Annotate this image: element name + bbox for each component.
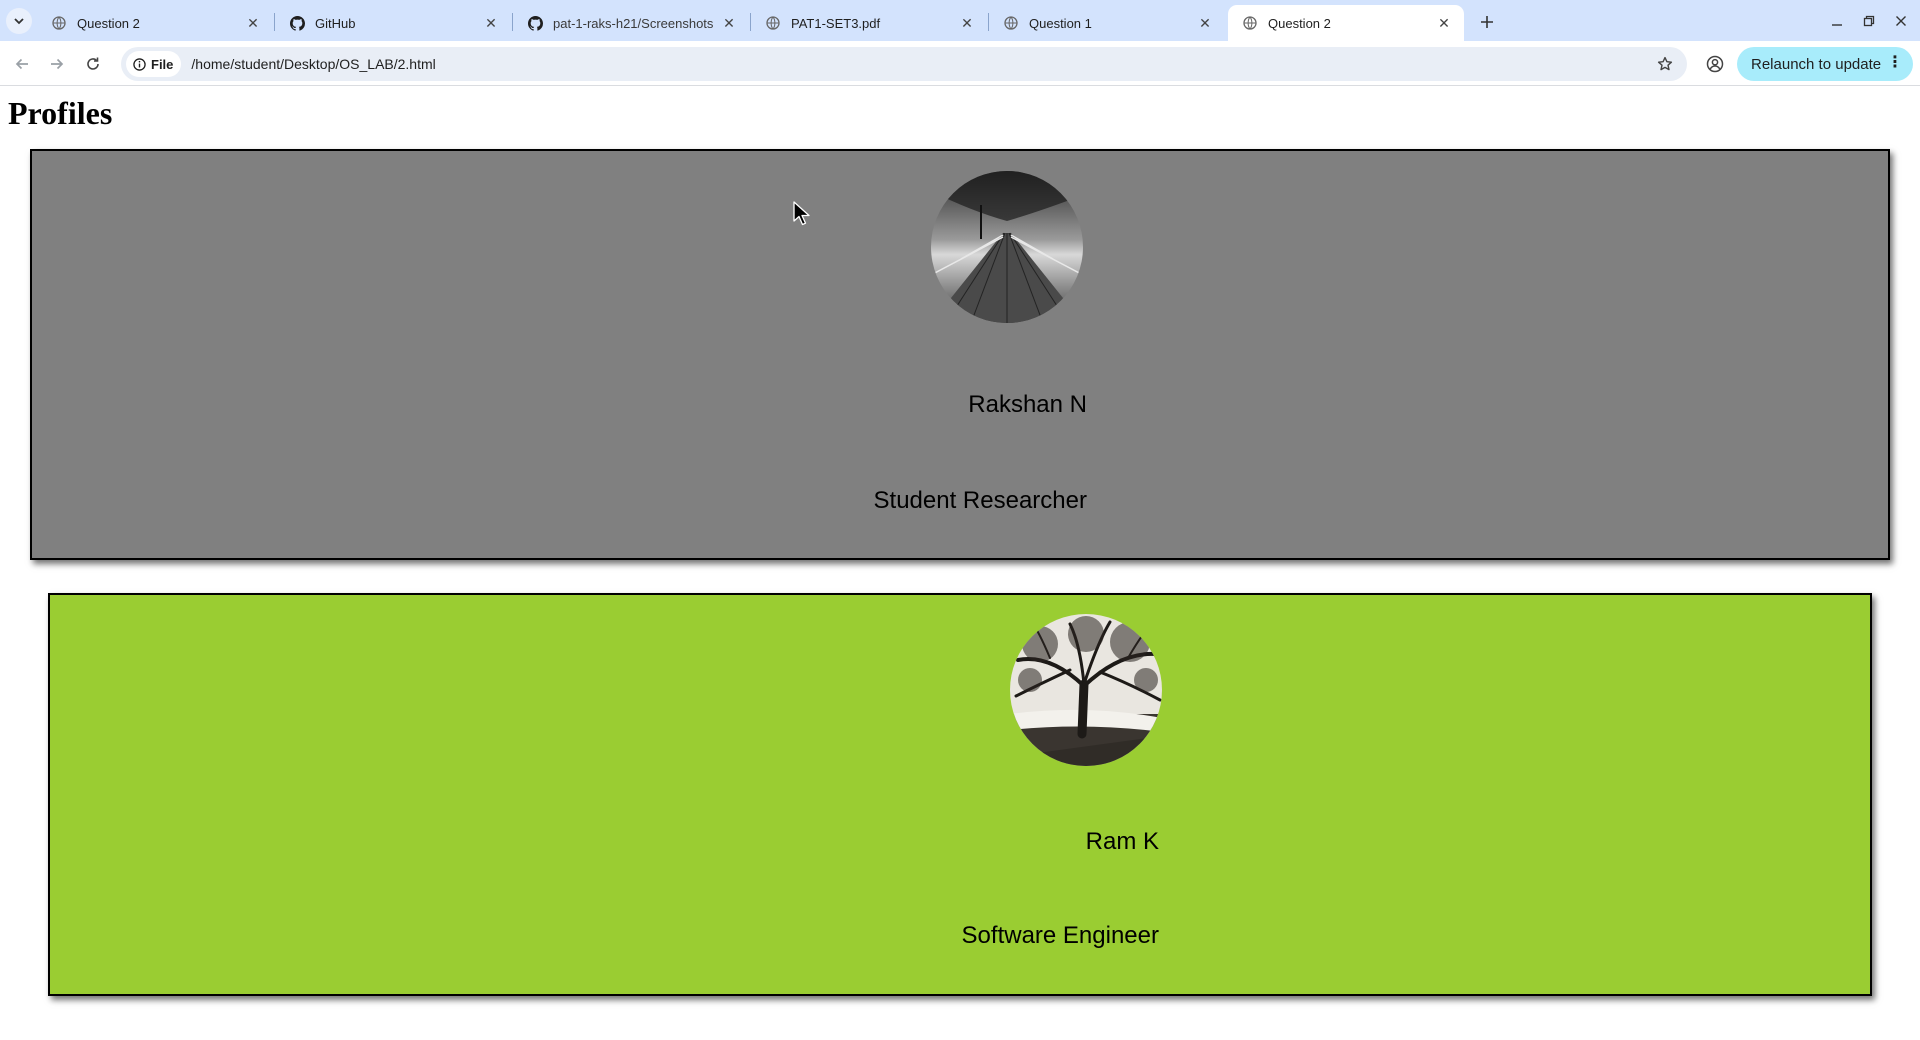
chevron-down-icon xyxy=(14,18,24,25)
reload-button[interactable] xyxy=(80,51,106,77)
globe-icon xyxy=(1242,15,1258,31)
forward-arrow-icon xyxy=(51,58,64,70)
info-icon xyxy=(133,57,146,71)
tab-strip: Question 2 ✕ GitHub ✕ pat-1-raks-h21/Scr… xyxy=(0,0,1920,41)
tab-github[interactable]: GitHub ✕ xyxy=(275,5,511,41)
close-tab-icon[interactable]: ✕ xyxy=(721,15,737,31)
browser-toolbar: File /home/student/Desktop/OS_LAB/2.html… xyxy=(0,41,1920,86)
close-icon xyxy=(1896,16,1906,26)
page-title: Profiles xyxy=(8,95,113,131)
relaunch-to-update-button[interactable]: Relaunch to update ⋮ xyxy=(1737,47,1913,81)
new-tab-button[interactable] xyxy=(1474,9,1500,35)
tab-question-1[interactable]: Question 1 ✕ xyxy=(989,5,1225,41)
reload-icon xyxy=(87,57,99,70)
profile-card: Rakshan N Student Researcher xyxy=(30,149,1890,560)
close-window-button[interactable] xyxy=(1890,10,1912,32)
more-options-icon[interactable]: ⋮ xyxy=(1887,55,1903,71)
site-info-chip[interactable]: File xyxy=(126,51,182,77)
back-button[interactable] xyxy=(9,51,35,77)
mouse-cursor-icon xyxy=(793,201,810,226)
globe-icon xyxy=(765,15,781,31)
close-tab-icon[interactable]: ✕ xyxy=(1436,15,1452,31)
tab-title: GitHub xyxy=(315,15,356,31)
relaunch-label: Relaunch to update xyxy=(1751,55,1882,73)
bookmark-button[interactable] xyxy=(1655,54,1675,74)
tab-title: pat-1-raks-h21/Screenshots xyxy=(553,15,714,31)
tab-question-2-a[interactable]: Question 2 ✕ xyxy=(37,5,273,41)
tab-github-repo[interactable]: pat-1-raks-h21/Screenshots ✕ xyxy=(513,5,749,41)
minimize-icon xyxy=(1832,24,1842,26)
tab-pdf[interactable]: PAT1-SET3.pdf ✕ xyxy=(751,5,987,41)
profile-photo-pier xyxy=(931,171,1083,323)
profile-name: Rakshan N xyxy=(968,391,1087,418)
github-icon xyxy=(289,15,305,31)
tab-title: PAT1-SET3.pdf xyxy=(791,15,881,31)
tab-title: Question 1 xyxy=(1029,15,1092,31)
globe-icon xyxy=(51,15,67,31)
tab-title: Question 2 xyxy=(1268,15,1331,31)
forward-button[interactable] xyxy=(44,51,70,77)
profile-role: Student Researcher xyxy=(873,487,1087,514)
back-arrow-icon xyxy=(15,58,28,70)
close-tab-icon[interactable]: ✕ xyxy=(959,15,975,31)
address-bar[interactable]: File /home/student/Desktop/OS_LAB/2.html xyxy=(121,47,1687,81)
github-icon xyxy=(527,15,543,31)
plus-icon xyxy=(1481,16,1493,28)
close-tab-icon[interactable]: ✕ xyxy=(483,15,499,31)
close-tab-icon[interactable]: ✕ xyxy=(1197,15,1213,31)
profile-role: Software Engineer xyxy=(961,922,1159,949)
profile-card: Ram K Software Engineer xyxy=(48,593,1872,996)
tab-title: Question 2 xyxy=(77,15,140,31)
globe-icon xyxy=(1003,15,1019,31)
profile-name: Ram K xyxy=(1085,828,1159,855)
tab-question-2-active[interactable]: Question 2 ✕ xyxy=(1228,5,1464,41)
profile-button[interactable] xyxy=(1701,50,1729,78)
restore-button[interactable] xyxy=(1858,10,1880,32)
chip-label: File xyxy=(151,56,174,72)
minimize-button[interactable] xyxy=(1826,10,1848,32)
url-text[interactable]: /home/student/Desktop/OS_LAB/2.html xyxy=(191,56,435,72)
profile-photo-tree xyxy=(1010,614,1162,766)
tab-search-button[interactable] xyxy=(6,8,32,34)
close-tab-icon[interactable]: ✕ xyxy=(245,15,261,31)
account-icon xyxy=(1706,55,1724,73)
restore-icon xyxy=(1863,15,1875,27)
star-icon xyxy=(1657,56,1673,71)
